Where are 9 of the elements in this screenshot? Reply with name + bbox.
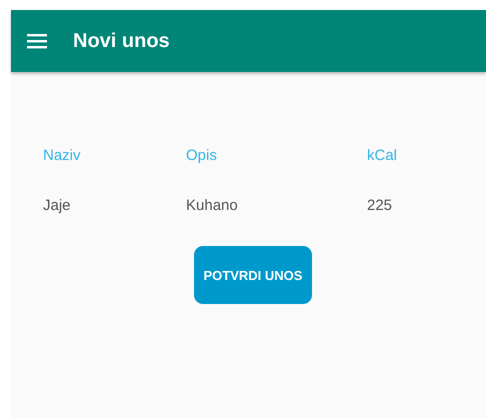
column-header: Opis [186,146,218,166]
table-cell-text: Kuhano [186,196,239,216]
column-header: kCal [367,146,398,166]
menu-icon[interactable] [27,33,47,49]
confirm-button[interactable]: POTVRDI UNOS [194,246,312,304]
table-cell-text: 225 [367,196,394,216]
screen-title: Novi unos [73,30,170,52]
table-cell-text: Jaje [43,196,72,216]
column-header: Naziv [43,146,82,166]
